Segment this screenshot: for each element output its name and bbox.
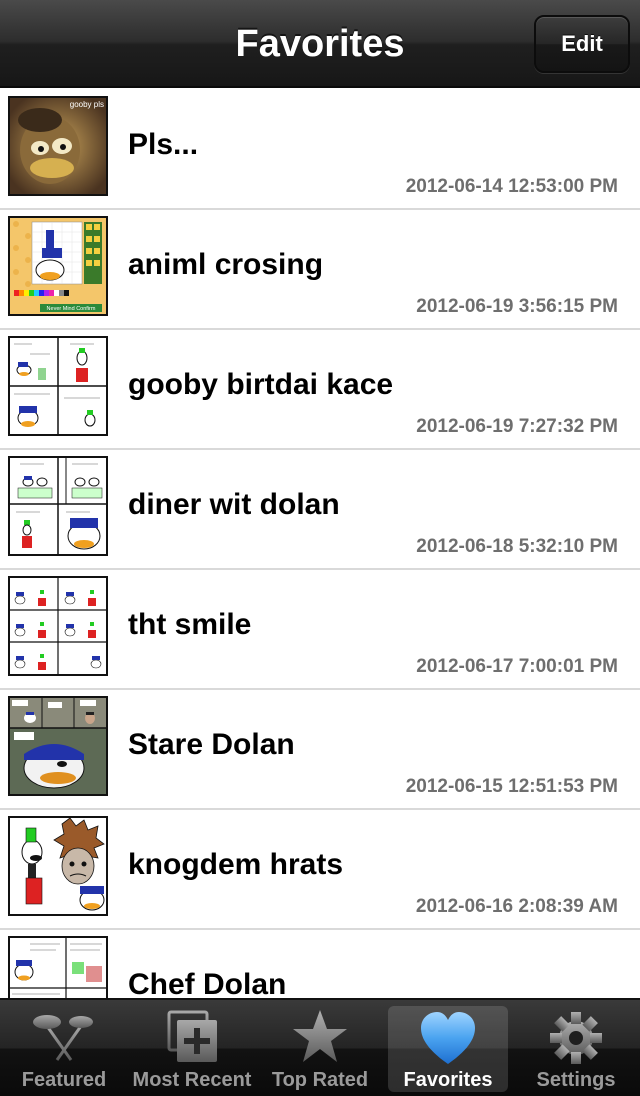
tab-label: Top Rated [271,1069,369,1091]
tab-label: Settings [536,1069,616,1091]
comic-thumbnail [8,456,108,556]
item-date: 2012-06-15 12:51:53 PM [405,776,618,797]
tab-settings[interactable]: Settings [512,1000,640,1096]
tab-featured[interactable]: Featured [0,1000,128,1096]
list-item[interactable]: Chef Dolan [0,930,640,998]
item-date: 2012-06-19 7:27:32 PM [416,416,618,437]
item-date: 2012-06-16 2:08:39 AM [415,896,618,917]
favorites-list[interactable]: gooby pls Pls... 2012-06-14 12:53:00 PM [0,90,640,998]
list-item[interactable]: tht smile 2012-06-17 7:00:01 PM [0,570,640,690]
comic-thumbnail: Never Mind Confirm [8,216,108,316]
list-item[interactable]: knogdem hrats 2012-06-16 2:08:39 AM [0,810,640,930]
item-title: diner wit dolan [128,488,340,521]
thumbnail-caption: gooby pls [70,100,104,109]
featured-icon [33,1015,93,1061]
item-title: animl crosing [128,248,324,281]
comic-thumbnail [8,816,108,916]
gear-icon [550,1012,602,1064]
item-title: tht smile [128,608,252,641]
tab-bar: Featured Most Recent Top Rated Favorites… [0,998,640,1096]
item-date: 2012-06-17 7:00:01 PM [416,656,618,677]
item-date: 2012-06-14 12:53:00 PM [405,176,618,197]
list-item[interactable]: diner wit dolan 2012-06-18 5:32:10 PM [0,450,640,570]
list-item[interactable]: Never Mind Confirm animl crosing 2012-06… [0,210,640,330]
edit-button[interactable]: Edit [534,15,630,73]
item-title: Pls... [128,128,199,161]
thumbnail-caption: Never Mind Confirm [47,306,96,312]
tab-label: Favorites [403,1069,493,1091]
tab-label: Most Recent [132,1069,252,1091]
tab-favorites[interactable]: Favorites [384,1000,512,1096]
comic-thumbnail [8,696,108,796]
most-recent-icon [167,1010,217,1062]
item-date: 2012-06-18 5:32:10 PM [416,536,618,557]
list-item[interactable]: gooby birtdai kace 2012-06-19 7:27:32 PM [0,330,640,450]
tab-label: Featured [21,1069,107,1091]
comic-thumbnail [8,576,108,676]
heart-icon [421,1012,475,1064]
item-title: Stare Dolan [128,728,295,761]
item-title: gooby birtdai kace [128,368,394,401]
item-date: 2012-06-19 3:56:15 PM [416,296,618,317]
comic-thumbnail [8,336,108,436]
list-item[interactable]: Stare Dolan 2012-06-15 12:51:53 PM [0,690,640,810]
comic-thumbnail: gooby pls [8,96,108,196]
item-title: knogdem hrats [128,848,344,881]
tab-most-recent[interactable]: Most Recent [128,1000,256,1096]
tab-top-rated[interactable]: Top Rated [256,1000,384,1096]
comic-thumbnail [8,936,108,998]
star-icon [293,1010,347,1062]
navigation-bar: Favorites Edit [0,0,640,88]
item-title: Chef Dolan [128,968,287,998]
list-item[interactable]: gooby pls Pls... 2012-06-14 12:53:00 PM [0,90,640,210]
